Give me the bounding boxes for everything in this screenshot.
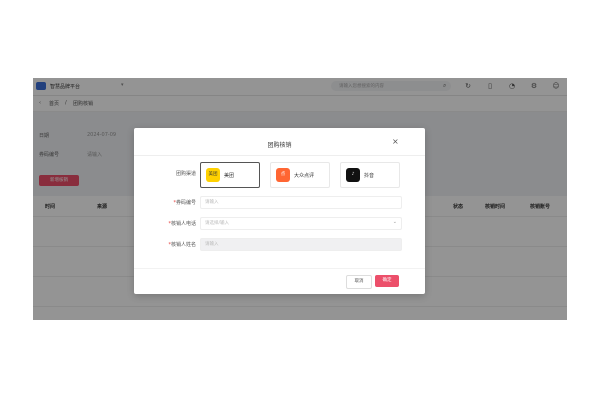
- divider: [134, 155, 425, 156]
- name-placeholder: 请输入: [205, 242, 219, 247]
- code-placeholder: 请输入: [205, 200, 219, 205]
- confirm-button[interactable]: 确定: [375, 275, 399, 287]
- channel-meituan[interactable]: 美团 美团: [200, 162, 260, 188]
- cancel-button[interactable]: 取消: [346, 275, 372, 289]
- phone-select[interactable]: 请选择/输入 ⌄: [200, 217, 402, 230]
- name-label: *核销人姓名: [168, 242, 196, 248]
- phone-label: *核销人电话: [168, 221, 196, 227]
- channel-label: 团购渠道: [175, 171, 196, 177]
- douyin-icon: ♪: [346, 168, 360, 182]
- channel-name: 抖音: [364, 173, 375, 179]
- verify-dialog: 团购核销 × 团购渠道 美团 美团 点 大众点评 ♪ 抖音 *券码编号 请输入 …: [134, 128, 425, 294]
- channel-name: 大众点评: [294, 173, 315, 179]
- code-label: *券码编号: [173, 200, 196, 206]
- phone-placeholder: 请选择/输入: [205, 221, 230, 226]
- close-icon[interactable]: ×: [392, 137, 399, 146]
- meituan-icon: 美团: [206, 168, 220, 182]
- code-input[interactable]: 请输入: [200, 196, 402, 209]
- channel-dianping[interactable]: 点 大众点评: [270, 162, 330, 188]
- channel-douyin[interactable]: ♪ 抖音: [340, 162, 400, 188]
- dialog-title: 团购核销: [267, 142, 292, 149]
- footer-divider: [134, 268, 425, 269]
- dianping-icon: 点: [276, 168, 290, 182]
- channel-name: 美团: [224, 173, 235, 179]
- chevron-down-icon[interactable]: ⌄: [393, 219, 397, 225]
- name-input[interactable]: 请输入: [200, 238, 402, 251]
